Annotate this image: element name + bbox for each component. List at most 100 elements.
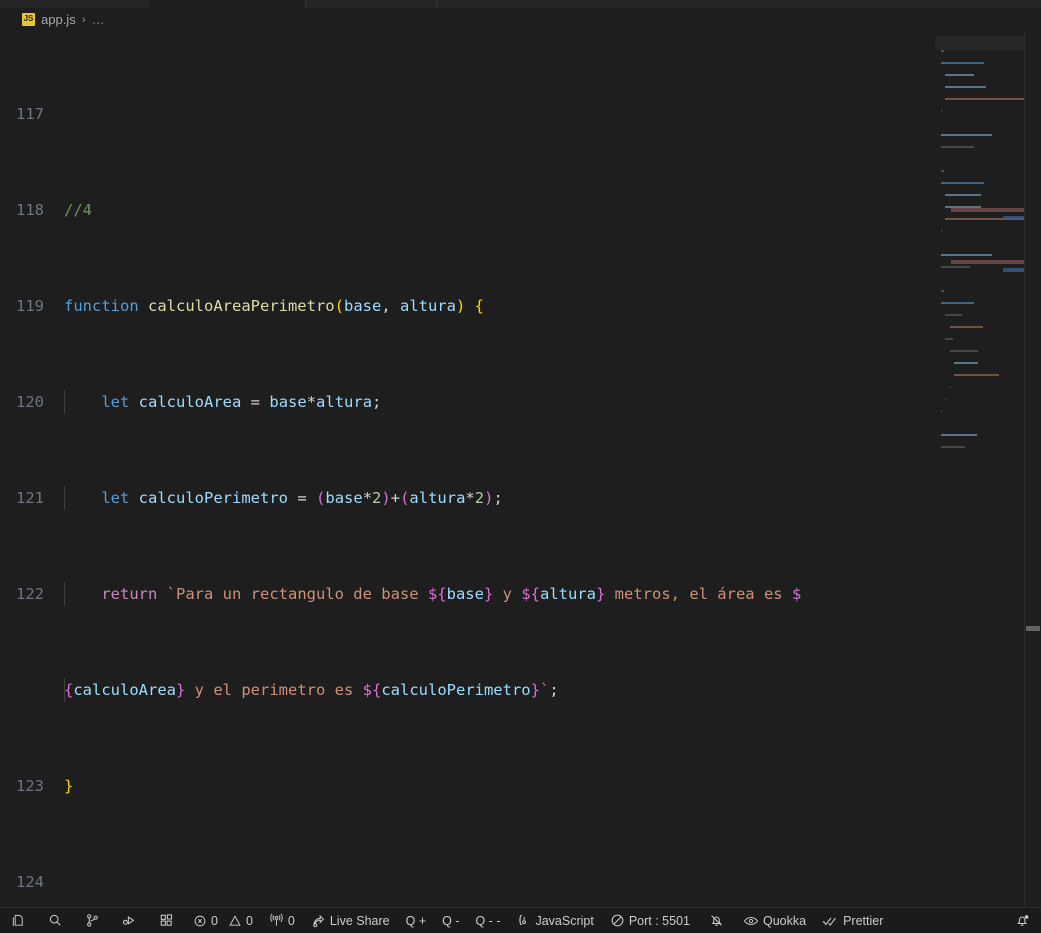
search-icon bbox=[48, 913, 63, 928]
status-explorer-button[interactable] bbox=[0, 908, 37, 933]
line-content[interactable]: let calculoPerimetro = (base*2)+(altura*… bbox=[62, 486, 1041, 510]
status-port-button[interactable]: Port : 5501 bbox=[602, 908, 698, 933]
status-bar: 0 0 0 Live Share Q + Q - Q - - JavaScrip… bbox=[0, 907, 1041, 933]
circle-slash-icon bbox=[610, 913, 625, 928]
zoom-reset-label: Q - - bbox=[475, 913, 501, 928]
status-search-button[interactable] bbox=[37, 908, 74, 933]
status-quokka-button[interactable]: Quokka bbox=[735, 908, 814, 933]
line-content[interactable]: } bbox=[62, 774, 1041, 798]
overview-ruler-mark bbox=[1003, 216, 1025, 220]
prettier-label: Prettier bbox=[843, 913, 884, 928]
live-share-icon bbox=[311, 913, 326, 928]
code-line[interactable]: 120 let calculoArea = base*altura; bbox=[0, 390, 1041, 414]
status-zoom-reset-button[interactable]: Q - - bbox=[467, 908, 508, 933]
overview-ruler-mark bbox=[951, 260, 1025, 264]
zoom-out-label: Q - bbox=[442, 913, 460, 928]
editor-tab-active[interactable] bbox=[150, 0, 306, 8]
run-and-debug-icon bbox=[122, 913, 137, 928]
minimap-line bbox=[945, 398, 947, 400]
status-live-share-button[interactable]: Live Share bbox=[303, 908, 398, 933]
overview-ruler-mark bbox=[1003, 268, 1025, 272]
minimap-line bbox=[949, 386, 951, 388]
editor-vertical-scrollbar[interactable] bbox=[1024, 30, 1041, 907]
eye-icon bbox=[743, 914, 759, 928]
live-share-label: Live Share bbox=[329, 913, 390, 928]
status-zoom-out-button[interactable]: Q - bbox=[434, 908, 467, 933]
minimap-line bbox=[945, 74, 974, 76]
extensions-icon bbox=[159, 913, 174, 928]
line-content[interactable] bbox=[62, 870, 1041, 894]
line-number: 117 bbox=[16, 105, 44, 123]
code-editor[interactable]: 117 118 //4 119 function calculoAreaPeri… bbox=[0, 30, 1041, 907]
code-line[interactable]: 121 let calculoPerimetro = (base*2)+(alt… bbox=[0, 486, 1041, 510]
minimap-line bbox=[941, 134, 993, 136]
minimap-line bbox=[941, 182, 984, 184]
editor-tab-inactive[interactable] bbox=[306, 0, 437, 8]
minimap-line bbox=[941, 62, 984, 64]
line-number: 122 bbox=[16, 585, 44, 603]
minimap-line bbox=[941, 146, 975, 148]
warning-count: 0 bbox=[245, 913, 253, 928]
source-control-icon bbox=[85, 913, 100, 928]
breadcrumb-overflow[interactable]: … bbox=[92, 12, 105, 27]
minimap-line bbox=[941, 410, 942, 412]
status-prettier-button[interactable]: Prettier bbox=[814, 908, 891, 933]
scrollbar-thumb[interactable] bbox=[1026, 626, 1040, 631]
status-run-debug-button[interactable] bbox=[111, 908, 148, 933]
error-count: 0 bbox=[211, 913, 218, 928]
vscode-window: JS app.js › … 117 118 //4 119 function c… bbox=[0, 0, 1041, 933]
minimap-line bbox=[941, 50, 944, 52]
minimap-line bbox=[941, 230, 942, 232]
minimap-line bbox=[941, 290, 944, 292]
js-file-icon: JS bbox=[22, 12, 35, 26]
minimap-line bbox=[941, 302, 975, 304]
status-language-button[interactable]: JavaScript bbox=[508, 908, 601, 933]
overview-ruler-mark bbox=[951, 208, 1025, 212]
breadcrumb[interactable]: JS app.js › … bbox=[0, 8, 1041, 30]
code-line-wrapped[interactable]: {calculoArea} y el perimetro es ${calcul… bbox=[0, 678, 1041, 702]
status-zoom-in-button[interactable]: Q + bbox=[398, 908, 435, 933]
line-content[interactable]: //4 bbox=[62, 198, 1041, 222]
line-content[interactable] bbox=[62, 102, 1041, 126]
status-extensions-button[interactable] bbox=[148, 908, 185, 933]
minimap-line bbox=[949, 326, 984, 328]
code-line[interactable]: 118 //4 bbox=[0, 198, 1041, 222]
warning-icon bbox=[228, 914, 242, 928]
code-line[interactable]: 124 bbox=[0, 870, 1041, 894]
bell-dot-icon bbox=[1015, 913, 1030, 928]
minimap-line bbox=[941, 110, 942, 112]
line-content[interactable]: return `Para un rectangulo de base ${bas… bbox=[62, 582, 1041, 606]
code-line[interactable]: 122 return `Para un rectangulo de base $… bbox=[0, 582, 1041, 606]
line-content[interactable]: function calculoAreaPerimetro(base, altu… bbox=[62, 294, 1041, 318]
status-bell-slash-button[interactable] bbox=[698, 908, 735, 933]
code-line[interactable]: 119 function calculoAreaPerimetro(base, … bbox=[0, 294, 1041, 318]
breadcrumb-file[interactable]: app.js bbox=[41, 12, 76, 27]
line-number: 124 bbox=[16, 873, 44, 891]
minimap-line bbox=[945, 338, 953, 340]
minimap[interactable] bbox=[935, 30, 1026, 907]
status-notifications-button[interactable] bbox=[1004, 908, 1041, 933]
minimap-line bbox=[945, 314, 962, 316]
minimap-line bbox=[945, 98, 1026, 100]
code-line[interactable]: 117 bbox=[0, 102, 1041, 126]
port-label: Port : 5501 bbox=[628, 913, 690, 928]
language-label: JavaScript bbox=[535, 913, 594, 928]
status-ports-button[interactable]: 0 bbox=[261, 908, 303, 933]
line-content[interactable]: let calculoArea = base*altura; bbox=[62, 390, 1041, 414]
code-line[interactable]: 123 } bbox=[0, 774, 1041, 798]
minimap-slider[interactable] bbox=[935, 36, 1025, 50]
zoom-in-label: Q + bbox=[405, 913, 427, 928]
minimap-line bbox=[941, 266, 970, 268]
minimap-line bbox=[941, 254, 993, 256]
minimap-line bbox=[954, 374, 999, 376]
checks-icon bbox=[822, 914, 839, 928]
status-problems-button[interactable]: 0 0 bbox=[185, 908, 261, 933]
minimap-line bbox=[941, 434, 978, 436]
minimap-line bbox=[945, 194, 981, 196]
status-source-control-button[interactable] bbox=[74, 908, 111, 933]
bell-slash-icon bbox=[709, 913, 724, 928]
code-lines[interactable]: 117 118 //4 119 function calculoAreaPeri… bbox=[0, 30, 1041, 907]
minimap-line bbox=[954, 362, 978, 364]
line-content[interactable]: {calculoArea} y el perimetro es ${calcul… bbox=[62, 678, 1041, 702]
line-number bbox=[0, 678, 62, 702]
